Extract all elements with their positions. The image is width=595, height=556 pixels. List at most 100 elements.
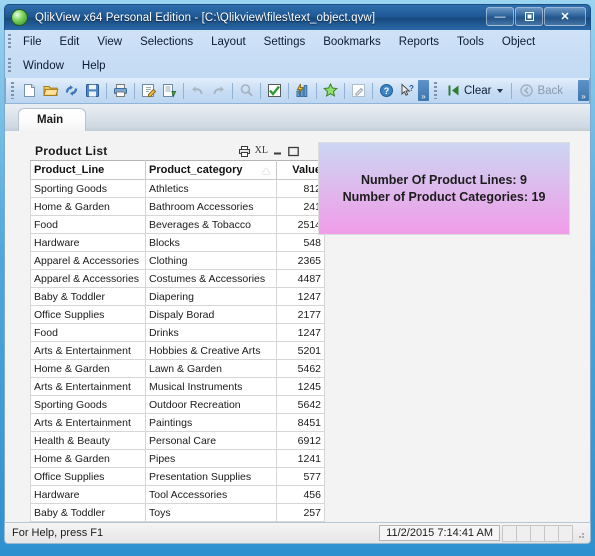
- maximize-object-icon[interactable]: [288, 146, 299, 157]
- selection-toolbar-grip-handle[interactable]: [434, 82, 437, 99]
- cell-product-line[interactable]: Hardware: [30, 485, 146, 504]
- menu-item-reports[interactable]: Reports: [390, 34, 448, 50]
- cell-product-line[interactable]: Office Supplies: [30, 467, 146, 486]
- table-row[interactable]: Apparel & Accessories Clothing 2365: [30, 251, 325, 270]
- menu-item-object[interactable]: Object: [493, 34, 544, 50]
- menu-item-layout[interactable]: Layout: [202, 34, 255, 50]
- cell-product-category[interactable]: Costumes & Accessories: [145, 269, 277, 288]
- sheet-tab-main[interactable]: Main: [18, 108, 87, 131]
- cell-product-line[interactable]: Office Supplies: [30, 305, 146, 324]
- text-object-summary[interactable]: Number Of Product Lines: 9 Number of Pro…: [318, 142, 570, 235]
- menu-item-window[interactable]: Window: [14, 58, 73, 74]
- cell-value[interactable]: 577: [276, 467, 325, 486]
- cell-value[interactable]: 2177: [276, 305, 325, 324]
- toolbar-overflow-button[interactable]: »: [418, 80, 429, 101]
- chevron-down-icon[interactable]: [497, 88, 504, 93]
- cell-product-category[interactable]: Hobbies & Creative Arts: [145, 341, 277, 360]
- table-row[interactable]: Arts & Entertainment Hobbies & Creative A…: [30, 341, 325, 360]
- cell-value[interactable]: 1247: [276, 323, 325, 342]
- search-icon[interactable]: [236, 80, 257, 101]
- cell-product-category[interactable]: Musical Instruments: [145, 377, 277, 396]
- cell-product-category[interactable]: Tool Accessories: [145, 485, 277, 504]
- menu-item-tools[interactable]: Tools: [448, 34, 493, 50]
- cell-value[interactable]: 5201: [276, 341, 325, 360]
- cell-product-line[interactable]: Home & Garden: [30, 449, 146, 468]
- help-icon[interactable]: ?: [376, 80, 397, 101]
- reload-icon[interactable]: [61, 80, 82, 101]
- table-row[interactable]: Sporting Goods Athletics 812: [30, 179, 325, 198]
- cell-product-category[interactable]: Dispaly Borad: [145, 305, 277, 324]
- cell-product-category[interactable]: Outdoor Recreation: [145, 395, 277, 414]
- cell-product-category[interactable]: Toys: [145, 503, 277, 522]
- cell-product-line[interactable]: Sporting Goods: [30, 179, 146, 198]
- menu-grip-handle-2[interactable]: [8, 58, 11, 74]
- quick-chart-icon[interactable]: [292, 80, 313, 101]
- window-close-button[interactable]: ✕: [544, 7, 586, 26]
- export-to-excel-icon[interactable]: XL: [255, 146, 268, 156]
- table-row[interactable]: Food Drinks 1247: [30, 323, 325, 342]
- cell-product-line[interactable]: Home & Garden: [30, 359, 146, 378]
- menu-item-settings[interactable]: Settings: [255, 34, 315, 50]
- cell-product-category[interactable]: Beverages & Tobacco: [145, 215, 277, 234]
- cell-product-category[interactable]: Pipes: [145, 449, 277, 468]
- column-header-product-category[interactable]: Product_category: [145, 160, 277, 180]
- menu-item-help[interactable]: Help: [73, 58, 115, 74]
- cell-value[interactable]: 6912: [276, 431, 325, 450]
- cell-product-line[interactable]: Baby & Toddler: [30, 287, 146, 306]
- edit-script-icon[interactable]: [138, 80, 159, 101]
- cell-product-category[interactable]: Athletics: [145, 179, 277, 198]
- table-row[interactable]: Office Supplies Presentation Supplies 577: [30, 467, 325, 486]
- cell-product-line[interactable]: Food: [30, 323, 146, 342]
- cell-product-category[interactable]: Clothing: [145, 251, 277, 270]
- menu-item-bookmarks[interactable]: Bookmarks: [314, 34, 390, 50]
- cell-product-category[interactable]: Blocks: [145, 233, 277, 252]
- save-icon[interactable]: [82, 80, 103, 101]
- selection-toolbar-overflow-button[interactable]: »: [578, 80, 589, 101]
- toolbar-grip-handle[interactable]: [11, 82, 14, 99]
- product-list-table[interactable]: Product_Line Product_category Value Spor…: [30, 160, 325, 522]
- window-minimize-button[interactable]: —: [486, 7, 514, 26]
- current-selections-icon[interactable]: [264, 80, 285, 101]
- table-row[interactable]: Arts & Entertainment Musical Instruments 1…: [30, 377, 325, 396]
- table-row[interactable]: Hardware Tool Accessories 456: [30, 485, 325, 504]
- cell-value[interactable]: 4487: [276, 269, 325, 288]
- table-row[interactable]: Apparel & Accessories Costumes & Accessor…: [30, 269, 325, 288]
- undo-icon[interactable]: [187, 80, 208, 101]
- print-object-icon[interactable]: [238, 145, 250, 157]
- cell-value[interactable]: 1241: [276, 449, 325, 468]
- resize-grip-icon[interactable]: [575, 526, 587, 540]
- window-maximize-button[interactable]: [515, 7, 543, 26]
- cell-product-line[interactable]: Apparel & Accessories: [30, 269, 146, 288]
- menu-item-edit[interactable]: Edit: [51, 34, 89, 50]
- design-grid-icon[interactable]: [348, 80, 369, 101]
- table-row[interactable]: Health & Beauty Personal Care 6912: [30, 431, 325, 450]
- table-row[interactable]: Arts & Entertainment Paintings 8451: [30, 413, 325, 432]
- cell-product-line[interactable]: Food: [30, 215, 146, 234]
- clear-selections-button[interactable]: Clear: [442, 82, 508, 99]
- open-document-icon[interactable]: [40, 80, 61, 101]
- cell-product-line[interactable]: Arts & Entertainment: [30, 413, 146, 432]
- cell-value[interactable]: 257: [276, 503, 325, 522]
- cell-value[interactable]: 1245: [276, 377, 325, 396]
- cell-product-category[interactable]: Bathroom Accessories: [145, 197, 277, 216]
- cell-product-line[interactable]: Health & Beauty: [30, 431, 146, 450]
- cell-product-line[interactable]: Apparel & Accessories: [30, 251, 146, 270]
- cell-product-line[interactable]: Baby & Toddler: [30, 503, 146, 522]
- back-button[interactable]: Back: [515, 82, 568, 99]
- context-help-icon[interactable]: ?: [397, 80, 418, 101]
- table-viewer-icon[interactable]: [159, 80, 180, 101]
- cell-product-category[interactable]: Diapering: [145, 287, 277, 306]
- cell-value[interactable]: 8451: [276, 413, 325, 432]
- cell-product-line[interactable]: Hardware: [30, 233, 146, 252]
- cell-product-category[interactable]: Personal Care: [145, 431, 277, 450]
- new-document-icon[interactable]: [19, 80, 40, 101]
- cell-product-category[interactable]: Drinks: [145, 323, 277, 342]
- column-header-product-line[interactable]: Product_Line: [30, 160, 146, 180]
- menu-item-view[interactable]: View: [88, 34, 131, 50]
- table-row[interactable]: Home & Garden Lawn & Garden 5462: [30, 359, 325, 378]
- cell-product-line[interactable]: Arts & Entertainment: [30, 341, 146, 360]
- cell-product-line[interactable]: Home & Garden: [30, 197, 146, 216]
- cell-value[interactable]: 2365: [276, 251, 325, 270]
- table-row[interactable]: Home & Garden Pipes 1241: [30, 449, 325, 468]
- redo-icon[interactable]: [208, 80, 229, 101]
